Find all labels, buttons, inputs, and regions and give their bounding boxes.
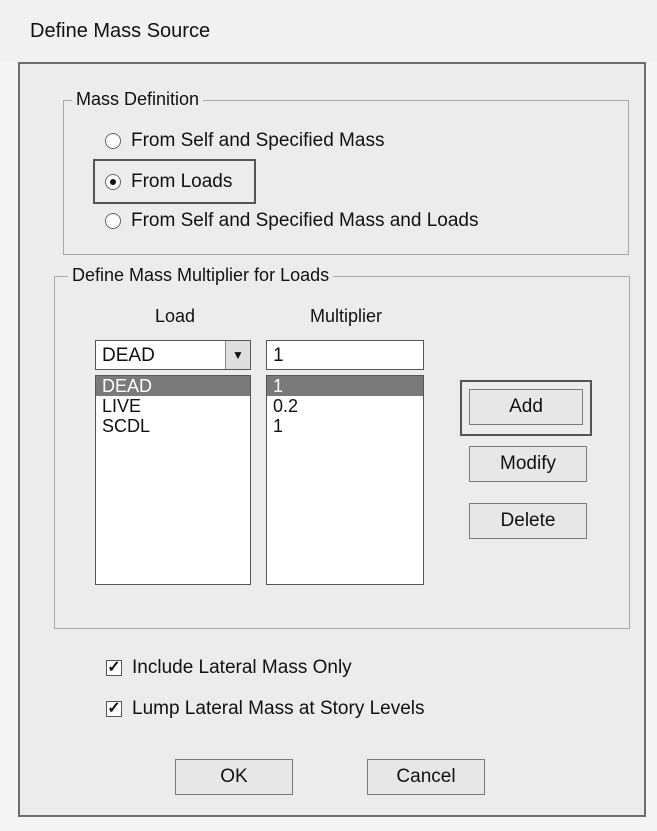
lump-lateral-mass-checkbox[interactable]: ✓ Lump Lateral Mass at Story Levels	[106, 698, 425, 720]
multiplier-input[interactable]: 1	[266, 340, 424, 370]
load-column-header: Load	[154, 306, 196, 326]
window-title: Define Mass Source	[30, 20, 211, 42]
radio-button-selected-icon	[105, 174, 121, 190]
radio-from-loads-label: From Loads	[131, 171, 233, 192]
list-item[interactable]: LIVE	[96, 396, 250, 416]
radio-self-specified-loads-label: From Self and Specified Mass and Loads	[131, 210, 479, 231]
radio-button-icon	[105, 133, 121, 149]
mass-multiplier-legend: Define Mass Multiplier for Loads	[68, 265, 334, 286]
list-item[interactable]: 1	[267, 416, 423, 436]
modify-button[interactable]: Modify	[469, 446, 587, 482]
radio-self-specified-label: From Self and Specified Mass	[131, 130, 385, 151]
radio-from-loads[interactable]: From Loads	[105, 171, 232, 193]
multiplier-list[interactable]: 1 0.2 1	[266, 375, 424, 585]
delete-button[interactable]: Delete	[469, 503, 587, 539]
list-item[interactable]: 0.2	[267, 396, 423, 416]
checkmark-icon: ✓	[106, 700, 122, 717]
include-lateral-mass-label: Include Lateral Mass Only	[132, 657, 352, 678]
multiplier-column-header: Multiplier	[309, 306, 383, 326]
checkmark-icon: ✓	[106, 659, 122, 676]
title-bar: Define Mass Source	[0, 0, 657, 62]
load-list[interactable]: DEAD LIVE SCDL	[95, 375, 251, 585]
radio-self-specified-loads[interactable]: From Self and Specified Mass and Loads	[105, 210, 478, 232]
mass-definition-legend: Mass Definition	[72, 89, 204, 110]
ok-button[interactable]: OK	[175, 759, 293, 795]
radio-button-icon	[105, 213, 121, 229]
add-button[interactable]: Add	[469, 389, 583, 425]
chevron-down-icon[interactable]: ▼	[225, 341, 250, 369]
list-item[interactable]: DEAD	[96, 376, 250, 396]
load-combo[interactable]: DEAD ▼	[95, 340, 251, 370]
radio-self-specified[interactable]: From Self and Specified Mass	[105, 130, 384, 152]
list-item[interactable]: 1	[267, 376, 423, 396]
include-lateral-mass-checkbox[interactable]: ✓ Include Lateral Mass Only	[106, 657, 352, 679]
load-combo-value: DEAD	[102, 345, 155, 366]
cancel-button[interactable]: Cancel	[367, 759, 485, 795]
list-item[interactable]: SCDL	[96, 416, 250, 436]
lump-lateral-mass-label: Lump Lateral Mass at Story Levels	[132, 698, 425, 719]
